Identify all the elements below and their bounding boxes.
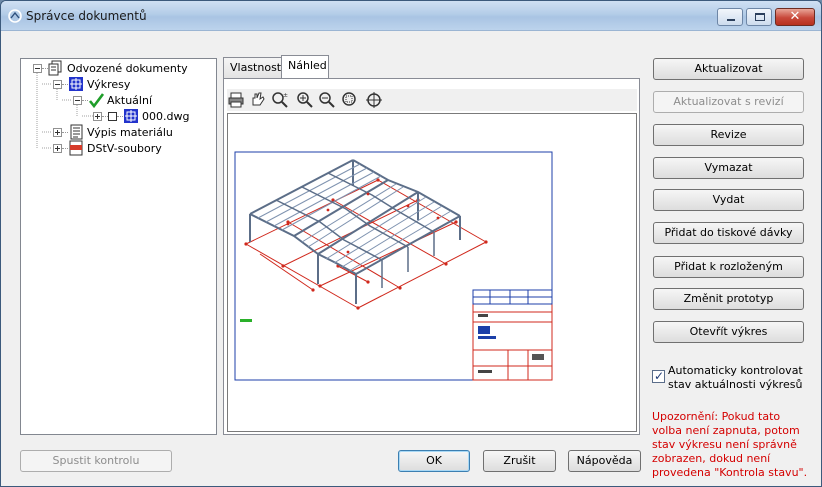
aktualizovat-s-revizi-button[interactable]: Aktualizovat s revizí	[653, 91, 804, 113]
tree-item-vypis[interactable]: Výpis materiálu	[53, 124, 173, 140]
drawing-icon	[69, 77, 83, 91]
button-label: Vymazat	[704, 161, 753, 174]
button-label: Nápověda	[576, 454, 633, 467]
document-manager-window: Správce dokumentů ✕ Odvozené dokumenty V…	[0, 0, 822, 487]
tab-label: Náhled	[288, 59, 327, 72]
zrusit-button[interactable]: Zrušit	[483, 450, 556, 472]
button-label: Přidat k rozloženým	[674, 260, 783, 273]
collapse-icon[interactable]	[53, 79, 62, 89]
button-label: Vydat	[712, 193, 745, 206]
button-label: Otevřít výkres	[689, 325, 768, 338]
dialog-body: Odvozené dokumenty Výkresy Aktuální 000.…	[1, 32, 821, 486]
vydat-button[interactable]: Vydat	[653, 189, 804, 211]
button-label: Aktualizovat s revizí	[673, 95, 784, 108]
zoom-extents-icon[interactable]	[365, 91, 383, 109]
pridat-do-tiskove-davky-button[interactable]: Přidat do tiskové dávky	[653, 222, 804, 244]
tree-item-label: 000.dwg	[142, 109, 190, 123]
collapse-icon[interactable]	[73, 95, 82, 105]
tree-item-label: Výkresy	[87, 77, 131, 91]
pan-hand-icon[interactable]	[249, 91, 267, 109]
zoom-in-icon[interactable]	[296, 91, 314, 109]
pridat-k-rozlozenym-button[interactable]: Přidat k rozloženým	[653, 256, 804, 278]
zoom-out-icon[interactable]	[318, 91, 336, 109]
zoom-window-icon[interactable]	[341, 91, 359, 109]
button-label: Spustit kontrolu	[52, 454, 140, 467]
button-label: Aktualizovat	[694, 62, 763, 75]
maximize-icon	[755, 13, 765, 21]
expand-icon[interactable]	[53, 143, 62, 153]
expand-icon[interactable]	[53, 127, 62, 137]
app-icon	[8, 9, 22, 23]
tree-item-aktualni[interactable]: Aktuální	[73, 92, 152, 108]
button-label: Přidat do tiskové dávky	[664, 226, 793, 239]
svg-text:±: ±	[283, 92, 288, 99]
vymazat-button[interactable]: Vymazat	[653, 157, 804, 179]
material-list-icon	[70, 124, 83, 140]
title-bar[interactable]: Správce dokumentů ✕	[1, 1, 821, 31]
button-label: Zrušit	[503, 454, 536, 467]
document-tree[interactable]: Odvozené dokumenty Výkresy Aktuální 000.…	[20, 58, 217, 435]
drawing-preview[interactable]	[227, 113, 637, 432]
checkmark-icon	[88, 93, 104, 108]
dstv-file-icon	[69, 140, 83, 156]
tree-item-dstv[interactable]: DStV-soubory	[53, 140, 162, 156]
napoveda-button[interactable]: Nápověda	[568, 450, 641, 472]
minimize-button[interactable]	[717, 8, 743, 26]
tree-item-000-dwg[interactable]: 000.dwg	[93, 108, 189, 124]
maximize-button[interactable]	[746, 8, 772, 26]
collapse-icon[interactable]	[33, 63, 42, 73]
print-icon[interactable]	[227, 91, 245, 109]
revize-button[interactable]: Revize	[653, 124, 804, 146]
ok-button[interactable]: OK	[398, 450, 470, 472]
aktualizovat-button[interactable]: Aktualizovat	[653, 58, 804, 80]
preview-tab-panel: ±	[223, 78, 640, 435]
spustit-kontrolu-button[interactable]: Spustit kontrolu	[20, 450, 172, 472]
preview-toolbar: ±	[227, 89, 637, 111]
button-label: OK	[426, 454, 442, 467]
window-title: Správce dokumentů	[26, 9, 147, 23]
tree-item-label: DStV-soubory	[87, 141, 162, 155]
tree-item-label: Odvozené dokumenty	[67, 61, 188, 75]
auto-check-label[interactable]: Automaticky kontrolovat stav aktuálnosti…	[668, 364, 818, 392]
otevrit-vykres-button[interactable]: Otevřít výkres	[653, 321, 804, 343]
close-button[interactable]: ✕	[775, 8, 815, 26]
tab-nahled[interactable]: Náhled	[281, 55, 329, 78]
tree-item-label: Výpis materiálu	[87, 125, 173, 139]
status-box-icon	[108, 111, 117, 121]
minimize-icon	[727, 19, 735, 21]
button-label: Revize	[710, 128, 747, 141]
drawing-preview-image	[234, 151, 553, 381]
tab-label: Vlastnosti	[230, 61, 285, 74]
warning-text: Upozornění: Pokud tato volba není zapnut…	[652, 410, 808, 479]
drawing-icon	[124, 109, 138, 123]
close-icon: ✕	[789, 9, 801, 24]
zoom-realtime-icon[interactable]: ±	[271, 91, 289, 109]
auto-check-checkbox[interactable]: ✓	[652, 369, 665, 383]
checkmark-icon: ✓	[654, 369, 665, 383]
tree-item-odvozene[interactable]: Odvozené dokumenty	[33, 60, 188, 76]
documents-icon	[48, 60, 62, 76]
tab-vlastnosti[interactable]: Vlastnosti	[223, 57, 285, 78]
tree-item-vykresy[interactable]: Výkresy	[53, 76, 130, 92]
zmenit-prototyp-button[interactable]: Změnit prototyp	[653, 288, 804, 310]
tree-item-label: Aktuální	[107, 93, 153, 107]
expand-icon[interactable]	[93, 111, 102, 121]
button-label: Změnit prototyp	[683, 292, 774, 305]
